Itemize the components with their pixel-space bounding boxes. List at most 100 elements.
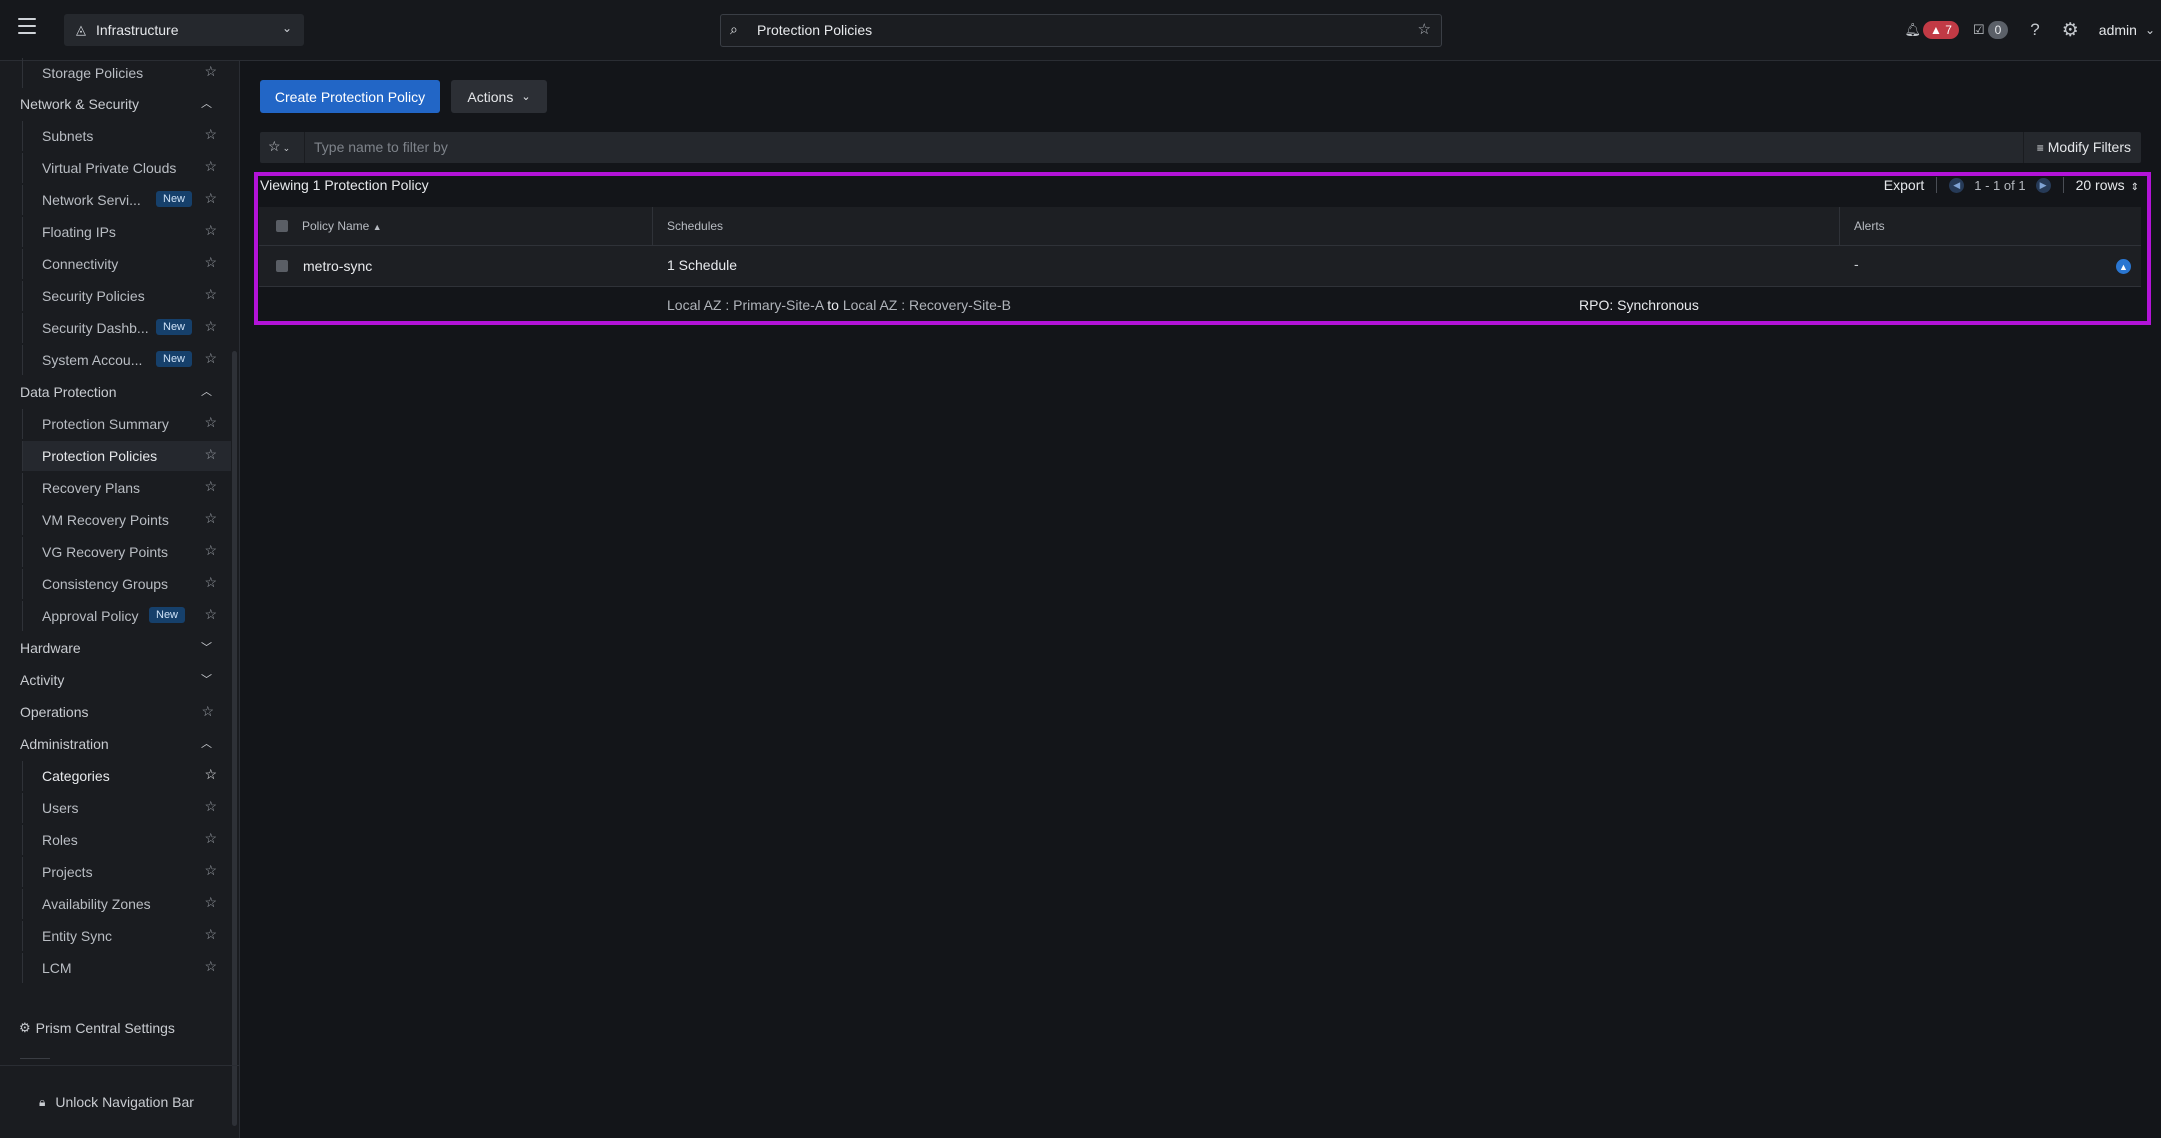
sidebar-group-administration[interactable]: Administration ︿ [20, 730, 220, 758]
sidebar-item-security-dashboard[interactable]: Security Dashb... New ☆ [22, 313, 231, 343]
replication-route: Local AZ : Primary-Site-A to Local AZ : … [667, 297, 1011, 313]
star-icon[interactable]: ☆ [204, 894, 217, 911]
sidebar-item-approval-policy[interactable]: Approval Policy New ☆ [22, 601, 231, 631]
star-icon[interactable]: ☆ [204, 126, 217, 143]
star-icon[interactable]: ☆ [204, 862, 217, 879]
filter-input[interactable]: Type name to filter by [314, 139, 448, 155]
filter-separator [304, 132, 305, 163]
sidebar-group-data-protection[interactable]: Data Protection ︿ [20, 378, 220, 406]
policy-name-link[interactable]: metro-sync [303, 258, 372, 274]
sidebar-group-hardware[interactable]: Hardware ﹀ [20, 634, 220, 662]
star-icon[interactable]: ☆ [204, 606, 217, 623]
sidebar-item-subnets[interactable]: Subnets ☆ [22, 121, 231, 151]
modify-filters-button[interactable]: ≡ Modify Filters [2037, 139, 2131, 155]
alert-count: 7 [1945, 23, 1952, 37]
sidebar-group-activity[interactable]: Activity ﹀ [20, 666, 220, 694]
sidebar-item-vpcs[interactable]: Virtual Private Clouds ☆ [22, 153, 231, 183]
global-search-input[interactable]: ⌕ Protection Policies ☆ [720, 14, 1442, 47]
sidebar-item-system-accounts[interactable]: System Accou... New ☆ [22, 345, 231, 375]
star-icon[interactable]: ☆ [204, 766, 217, 783]
sidebar-item-projects[interactable]: Projects ☆ [22, 857, 231, 887]
star-icon[interactable]: ☆ [204, 254, 217, 271]
sidebar-item-storage-policies[interactable]: Storage Policies ☆ [22, 58, 231, 88]
unlock-navigation-bar-button[interactable]: 🔒︎ Unlock Navigation Bar [39, 1094, 194, 1110]
star-icon[interactable]: ☆ [204, 350, 217, 367]
sidebar-item-availability-zones[interactable]: Availability Zones ☆ [22, 889, 231, 919]
sidebar-item-connectivity[interactable]: Connectivity ☆ [22, 249, 231, 279]
sidebar-item-floating-ips[interactable]: Floating IPs ☆ [22, 217, 231, 247]
chevron-updown-icon: ⇕ [2130, 182, 2139, 193]
star-icon[interactable]: ☆ [204, 798, 217, 815]
sidebar-item-network-services[interactable]: Network Servi... New ☆ [22, 185, 231, 215]
star-icon[interactable]: ☆ [204, 63, 217, 80]
star-icon[interactable]: ☆ [204, 510, 217, 527]
app-switcher[interactable]: ◬ Infrastructure ⌄ [64, 14, 304, 46]
next-page-icon[interactable]: ▶ [2035, 177, 2051, 193]
tasks-icon[interactable]: ☑ [1973, 22, 1985, 38]
export-button[interactable]: Export [1884, 177, 1924, 193]
sidebar-item-users[interactable]: Users ☆ [22, 793, 231, 823]
sidebar-footer-divider [0, 1065, 239, 1066]
favorite-star-icon[interactable]: ☆ [1418, 20, 1431, 38]
star-icon[interactable]: ☆ [204, 190, 217, 207]
star-icon[interactable]: ☆ [204, 574, 217, 591]
saved-filters-star-icon[interactable]: ☆ ⌄ [268, 138, 290, 155]
chevron-down-icon[interactable]: ⌄ [2145, 23, 2155, 37]
sidebar-item-categories[interactable]: Categories ☆ [22, 761, 231, 791]
prev-page-icon[interactable]: ◀ [1949, 177, 1965, 193]
sidebar-item-roles[interactable]: Roles ☆ [22, 825, 231, 855]
star-icon[interactable]: ☆ [204, 830, 217, 847]
row-checkbox[interactable] [276, 260, 288, 272]
column-schedules[interactable]: Schedules [667, 219, 723, 233]
sidebar-item-vg-recovery-points[interactable]: VG Recovery Points ☆ [22, 537, 231, 567]
alerts-badge[interactable]: ▲ 7 [1923, 21, 1959, 39]
star-icon[interactable]: ☆ [204, 414, 217, 431]
star-icon[interactable]: ☆ [204, 158, 217, 175]
rpo-value: RPO: Synchronous [1579, 297, 1699, 313]
help-icon[interactable]: ? [2030, 20, 2039, 40]
star-icon[interactable]: ☆ [204, 542, 217, 559]
star-icon[interactable]: ☆ [204, 318, 217, 335]
column-policy-name[interactable]: Policy Name ▲ [302, 219, 382, 233]
sidebar-group-network-security[interactable]: Network & Security ︿ [20, 90, 220, 118]
chevron-down-icon: ⌄ [281, 21, 292, 35]
sidebar-item-consistency-groups[interactable]: Consistency Groups ☆ [22, 569, 231, 599]
star-icon[interactable]: ☆ [201, 703, 214, 720]
sidebar-item-protection-summary[interactable]: Protection Summary ☆ [22, 409, 231, 439]
star-icon[interactable]: ☆ [204, 958, 217, 975]
user-menu[interactable]: admin [2099, 22, 2137, 38]
collapse-row-icon[interactable]: ▲ [2116, 259, 2131, 274]
chevron-up-icon: ︿ [201, 738, 212, 750]
column-alerts[interactable]: Alerts [1854, 219, 1885, 233]
star-icon[interactable]: ☆ [204, 478, 217, 495]
sidebar-divider [20, 1058, 50, 1059]
search-icon: ⌕ [730, 21, 738, 37]
sidebar-item-vm-recovery-points[interactable]: VM Recovery Points ☆ [22, 505, 231, 535]
hamburger-menu-icon[interactable] [18, 18, 36, 34]
sidebar-item-protection-policies[interactable]: Protection Policies ☆ [22, 441, 231, 471]
bell-icon[interactable]: 🔔︎ [1905, 22, 1922, 38]
sidebar-item-operations[interactable]: Operations ☆ [20, 698, 220, 726]
gear-icon[interactable]: ⚙ [2062, 19, 2079, 42]
star-icon[interactable]: ☆ [204, 926, 217, 943]
star-icon[interactable]: ☆ [204, 446, 217, 463]
target-az: Local AZ : Recovery-Site-B [842, 297, 1011, 313]
chevron-up-icon: ︿ [201, 98, 212, 110]
star-icon[interactable]: ☆ [204, 222, 217, 239]
tasks-badge[interactable]: 0 [1987, 21, 2009, 39]
select-all-checkbox[interactable] [276, 220, 288, 232]
new-badge: New [156, 191, 193, 207]
sidebar-item-lcm[interactable]: LCM ☆ [22, 953, 231, 983]
actions-dropdown[interactable]: Actions ⌄ [451, 80, 547, 113]
sidebar-item-recovery-plans[interactable]: Recovery Plans ☆ [22, 473, 231, 503]
star-icon[interactable]: ☆ [204, 286, 217, 303]
table-row[interactable]: metro-sync 1 Schedule - ▲ [259, 246, 2141, 287]
create-protection-policy-button[interactable]: Create Protection Policy [260, 80, 440, 113]
chevron-up-icon: ︿ [201, 386, 212, 398]
sidebar-item-security-policies[interactable]: Security Policies ☆ [22, 281, 231, 311]
sidebar-item-entity-sync[interactable]: Entity Sync ☆ [22, 921, 231, 951]
new-badge: New [149, 607, 186, 623]
rows-per-page-select[interactable]: 20 rows ⇕ [2076, 177, 2139, 193]
prism-central-settings-link[interactable]: ⚙ Prism Central Settings [19, 1020, 175, 1036]
sidebar-scrollbar[interactable] [232, 351, 237, 1126]
